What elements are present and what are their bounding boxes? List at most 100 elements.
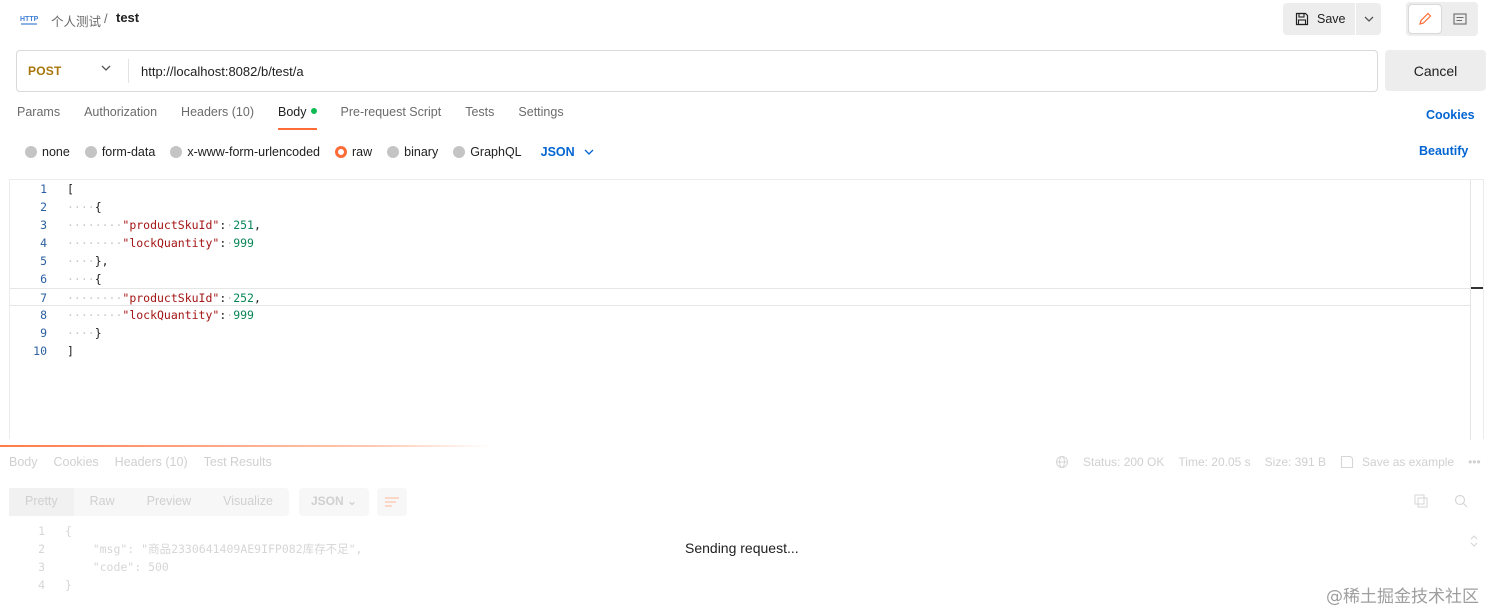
- code-text: ····},: [67, 254, 109, 268]
- body-language-select[interactable]: JSON: [541, 145, 594, 159]
- tab-authorization[interactable]: Authorization: [84, 105, 157, 129]
- radio-circle: [84, 146, 97, 158]
- code-line[interactable]: 4 ········"lockQuantity":·999: [10, 234, 1470, 252]
- tab-pre-request-script[interactable]: Pre-request Script: [341, 105, 442, 129]
- line-number: 3: [40, 218, 47, 232]
- save-button[interactable]: Save: [1283, 3, 1356, 35]
- wrap-lines-button[interactable]: [377, 488, 408, 516]
- radio-urlencoded[interactable]: x-www-form-urlencoded: [170, 145, 320, 159]
- url-bar: POST: [16, 50, 1378, 92]
- line-number: 1: [38, 524, 45, 538]
- code-line[interactable]: 9 ····}: [10, 324, 1470, 342]
- comment-icon: [1453, 13, 1467, 25]
- code-line[interactable]: 5 ····},: [10, 252, 1470, 270]
- sending-request-message: Sending request...: [685, 540, 799, 556]
- editor-scrollbar[interactable]: [1470, 180, 1483, 440]
- line-number: 2: [38, 542, 45, 556]
- view-preview[interactable]: Preview: [131, 488, 207, 516]
- url-input[interactable]: [141, 61, 1341, 81]
- beautify-link[interactable]: Beautify: [1419, 144, 1468, 158]
- response-code-line: 2 "msg": "商品2330641409AE9IFP082库存不足",: [0, 540, 600, 558]
- response-view-segment: Pretty Raw Preview Visualize: [9, 488, 289, 516]
- more-options-button[interactable]: •••: [1468, 455, 1481, 469]
- line-number: 6: [40, 272, 47, 286]
- view-pretty[interactable]: Pretty: [9, 488, 74, 516]
- chevron-down-icon: [101, 65, 111, 71]
- response-scrollbar-icon[interactable]: [1470, 534, 1478, 548]
- view-visualize[interactable]: Visualize: [207, 488, 289, 516]
- save-as-example-button[interactable]: Save as example: [1362, 455, 1454, 469]
- line-number: 2: [40, 200, 47, 214]
- view-raw[interactable]: Raw: [74, 488, 131, 516]
- watermark: @稀土掘金技术社区: [1326, 587, 1479, 607]
- line-number: 8: [40, 308, 47, 322]
- code-line[interactable]: 8 ········"lockQuantity":·999: [10, 306, 1470, 324]
- code-text: ········"lockQuantity":·999: [67, 236, 254, 250]
- code-line[interactable]: 7 ········"productSkuId":·252,: [10, 288, 1470, 306]
- radio-label: binary: [404, 145, 439, 159]
- code-text: ········"productSkuId":·251,: [67, 218, 261, 232]
- save-icon: [1295, 12, 1309, 26]
- globe-icon: [1056, 456, 1068, 468]
- documentation-mode-button[interactable]: [1444, 4, 1476, 34]
- method-label: POST: [28, 64, 62, 78]
- code-line[interactable]: 6 ····{: [10, 270, 1470, 288]
- response-tab-headers[interactable]: Headers (10): [115, 455, 188, 469]
- save-options-button[interactable]: [1356, 3, 1381, 35]
- response-tabs: Body Cookies Headers (10) Test Results: [9, 455, 288, 469]
- code-line[interactable]: 3 ········"productSkuId":·251,: [10, 216, 1470, 234]
- top-bar: HTTP 个人测试 / test Save: [0, 0, 1492, 38]
- response-actions: [1414, 494, 1492, 508]
- line-number: 1: [40, 182, 47, 196]
- tab-params[interactable]: Params: [17, 105, 60, 129]
- response-format-label: JSON: [310, 494, 344, 508]
- radio-circle: [335, 146, 347, 158]
- code-text: ····{: [67, 200, 102, 214]
- code-text: ····}: [67, 326, 102, 340]
- scrollbar-thumb[interactable]: [1471, 287, 1483, 289]
- response-tab-test-results[interactable]: Test Results: [204, 455, 272, 469]
- code-line[interactable]: 1[: [10, 180, 1470, 198]
- cookies-link[interactable]: Cookies: [1426, 108, 1475, 122]
- edit-mode-button[interactable]: [1408, 4, 1442, 34]
- response-meta: Status: 200 OK Time: 20.05 s Size: 391 B…: [1055, 455, 1492, 469]
- svg-text:HTTP: HTTP: [20, 16, 38, 23]
- line-number: 4: [38, 578, 45, 592]
- radio-label: form-data: [101, 145, 156, 159]
- radio-form-data[interactable]: form-data: [84, 145, 156, 159]
- tab-tests[interactable]: Tests: [465, 105, 494, 129]
- response-size: Size: 391 B: [1264, 455, 1327, 469]
- body-indicator-dot: [310, 108, 317, 114]
- tab-headers[interactable]: Headers (10): [181, 105, 254, 129]
- radio-binary[interactable]: binary: [387, 145, 438, 159]
- request-body-editor[interactable]: 1[ 2 ····{ 3 ········"productSkuId":·251, 4 ··…: [9, 179, 1484, 440]
- chevron-down-icon: [1364, 16, 1373, 22]
- method-select[interactable]: POST: [17, 51, 128, 91]
- radio-raw[interactable]: raw: [335, 145, 372, 159]
- tab-settings[interactable]: Settings: [518, 105, 563, 129]
- code-line[interactable]: 2 ····{: [10, 198, 1470, 216]
- code-text: ········"lockQuantity":·999: [67, 308, 254, 322]
- response-format-select[interactable]: JSON ⌄: [298, 488, 370, 516]
- pane-resize-divider[interactable]: [0, 445, 1492, 447]
- cancel-button[interactable]: Cancel: [1385, 50, 1486, 91]
- code-text: ····{: [67, 272, 102, 286]
- radio-graphql[interactable]: GraphQL: [453, 145, 522, 159]
- save-icon: [1340, 455, 1354, 469]
- line-number: 3: [38, 560, 45, 574]
- response-status: Status: 200 OK: [1083, 455, 1165, 469]
- copy-icon[interactable]: [1414, 494, 1428, 508]
- response-tab-body[interactable]: Body: [9, 455, 38, 469]
- tab-body[interactable]: Body: [278, 105, 317, 130]
- line-number: 9: [40, 326, 47, 340]
- search-icon[interactable]: [1454, 494, 1468, 508]
- breadcrumb-collection[interactable]: 个人测试: [51, 11, 101, 30]
- code-text: "msg": "商品2330641409AE9IFP082库存不足",: [65, 542, 363, 556]
- request-name[interactable]: test: [116, 10, 139, 25]
- line-number: 10: [33, 344, 47, 358]
- radio-none[interactable]: none: [25, 145, 70, 159]
- breadcrumb-separator: /: [104, 11, 108, 26]
- request-tabs: Params Authorization Headers (10) Body P…: [17, 105, 588, 130]
- response-tab-cookies[interactable]: Cookies: [54, 455, 99, 469]
- code-line[interactable]: 10]: [10, 342, 1470, 360]
